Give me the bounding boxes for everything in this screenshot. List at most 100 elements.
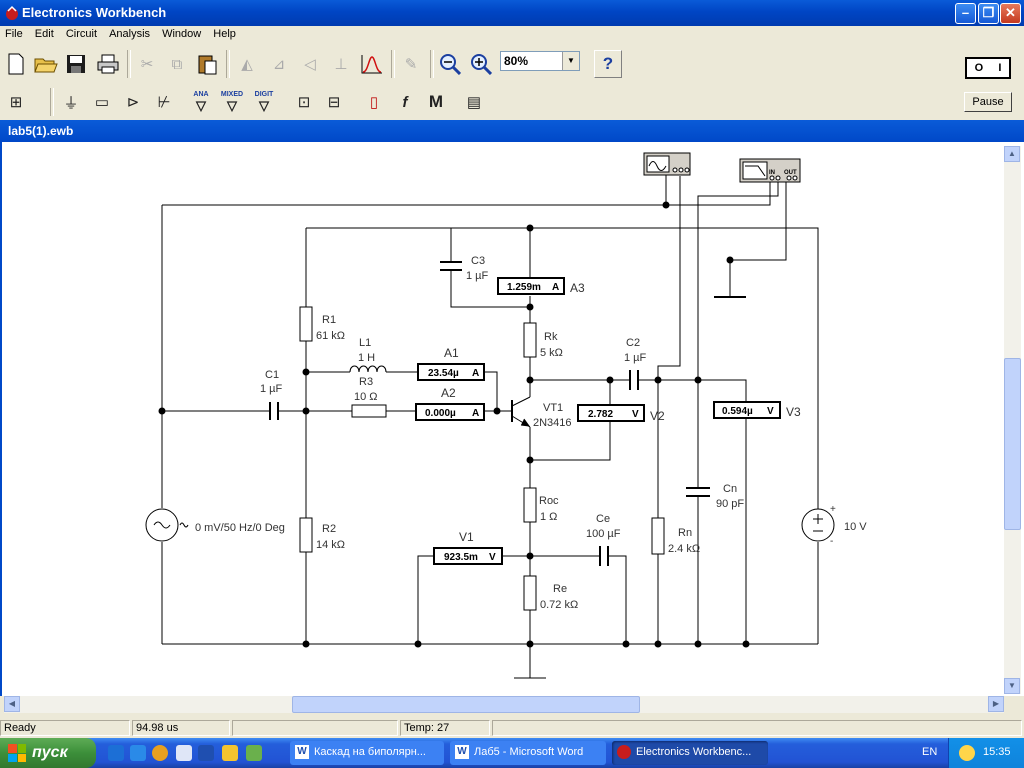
resistor-roc[interactable] [523, 487, 537, 523]
resistor-r3[interactable] [351, 404, 387, 418]
flipflop-icon: ⊟ [327, 94, 341, 111]
taskbar-item[interactable]: W Лаб5 - Microsoft Word [450, 741, 606, 765]
zoom-select[interactable]: 80% ▼ [500, 51, 580, 71]
menu-analysis[interactable]: Analysis [104, 26, 154, 40]
parts-bin-toggle-button[interactable]: ⊞ [2, 88, 30, 116]
activate-simulation-switch[interactable]: OI [965, 57, 1011, 79]
vertical-scroll-thumb[interactable] [1004, 358, 1021, 530]
internet-explorer-icon[interactable] [108, 745, 124, 761]
a2-unit: A [472, 408, 479, 419]
capacitor-c1[interactable] [269, 402, 279, 420]
resistor-r1[interactable] [299, 306, 313, 342]
title-bar[interactable]: Electronics Workbench – ❐ ✕ [0, 0, 1024, 26]
scroll-left-icon[interactable]: ◀ [4, 696, 20, 712]
graph-button[interactable] [358, 50, 386, 78]
resistor-rn[interactable] [651, 517, 665, 555]
media-player-icon[interactable] [152, 745, 168, 761]
language-indicator[interactable]: EN [922, 746, 937, 758]
r3-name: R3 [359, 376, 373, 388]
browser-icon[interactable] [130, 745, 146, 761]
digital-bin-button[interactable]: ⊟ [320, 88, 348, 116]
scroll-down-icon[interactable]: ▼ [1004, 678, 1020, 694]
resistor-r2[interactable] [299, 517, 313, 553]
save-button[interactable] [62, 50, 90, 78]
indicators-bin-button[interactable]: ▯ [360, 88, 388, 116]
print-button[interactable] [94, 50, 122, 78]
digital-ics-bin-button[interactable]: DIGIT ▽ [250, 88, 278, 116]
close-button[interactable]: ✕ [1000, 3, 1021, 24]
inductor-l1[interactable] [349, 365, 387, 373]
taskbar-item-active[interactable]: Electronics Workbenc... [612, 741, 768, 765]
a3-name: A3 [570, 281, 585, 295]
horizontal-scrollbar[interactable]: ◀ ▶ [4, 696, 1004, 713]
v1-unit: V [489, 552, 496, 563]
v1-reading: 923.5m [444, 552, 478, 563]
ac-voltage-source[interactable] [145, 508, 189, 542]
cut-button[interactable]: ✂ [133, 50, 161, 78]
sources-bin-button[interactable]: ⏚ [57, 88, 85, 116]
zoom-in-button[interactable] [467, 50, 495, 78]
r3-value: 10 Ω [354, 391, 378, 403]
mixed-ics-bin-button[interactable]: MIXED ▽ [218, 88, 246, 116]
miscellaneous-bin-button[interactable]: M [422, 88, 450, 116]
capacitor-ce[interactable] [599, 546, 609, 566]
folder-quicklaunch-icon[interactable] [222, 745, 238, 761]
scroll-up-icon[interactable]: ▲ [1004, 146, 1020, 162]
cn-value: 90 pF [716, 498, 744, 510]
circuit-canvas[interactable]: R1 61 kΩ C1 1 µF L1 1 H R3 10 Ω C3 1 µF … [0, 142, 1024, 696]
scroll-right-icon[interactable]: ▶ [988, 696, 1004, 712]
menu-file[interactable]: File [0, 26, 27, 40]
open-button[interactable] [32, 50, 60, 78]
re-name: Re [553, 583, 567, 595]
zoom-out-button[interactable] [436, 50, 464, 78]
basic-bin-button[interactable]: ▭ [88, 88, 116, 116]
resistor-re[interactable] [523, 575, 537, 611]
l1-value: 1 H [358, 352, 375, 364]
oscilloscope-instrument[interactable] [643, 152, 691, 176]
document-title-bar[interactable]: lab5(1).ewb [0, 120, 1024, 142]
cn-name: Cn [723, 483, 737, 495]
controls-bin-button[interactable]: f [391, 88, 419, 116]
capacitor-cn[interactable] [686, 487, 710, 497]
minimize-button[interactable]: – [955, 3, 976, 24]
menu-edit[interactable]: Edit [30, 26, 58, 40]
taskbar-item[interactable]: W Каскад на биполярн... [290, 741, 444, 765]
resistor-rk[interactable] [523, 322, 537, 358]
v2-name: V2 [650, 409, 665, 423]
pause-button[interactable]: Pause [964, 92, 1012, 112]
capacitor-c2[interactable] [629, 370, 639, 390]
capacitor-c3[interactable] [440, 261, 462, 271]
subcircuit-button[interactable]: ⊥ [327, 50, 355, 78]
rotate-button[interactable]: ◭ [233, 50, 261, 78]
horizontal-scroll-thumb[interactable] [292, 696, 640, 713]
copy-button[interactable]: ⧉ [163, 50, 191, 78]
restore-button[interactable]: ❐ [978, 3, 999, 24]
start-button[interactable]: пуск [0, 738, 96, 768]
analog-ics-bin-button[interactable]: ANA ▽ [187, 88, 215, 116]
a2-name: A2 [441, 386, 456, 400]
app-quicklaunch-icon[interactable] [246, 745, 262, 761]
help-button[interactable]: ? [594, 50, 622, 78]
tray-icon[interactable] [959, 745, 975, 761]
menu-window[interactable]: Window [157, 26, 205, 40]
diodes-bin-button[interactable]: ⊳ [119, 88, 147, 116]
transistors-bin-button[interactable]: ⊬ [150, 88, 178, 116]
flip-horizontal-button[interactable]: ⊿ [265, 50, 293, 78]
menu-help[interactable]: Help [208, 26, 240, 40]
flip-vertical-button[interactable]: ◁ [296, 50, 324, 78]
word-quicklaunch-icon[interactable] [198, 745, 214, 761]
instruments-bin-button[interactable]: ▤ [460, 88, 488, 116]
component-properties-button[interactable]: ✎ [397, 50, 425, 78]
c2-name: C2 [626, 337, 640, 349]
clock[interactable]: 15:35 [983, 746, 1011, 758]
paste-button[interactable] [193, 50, 221, 78]
print-icon [97, 54, 119, 74]
transistor-vt1[interactable] [511, 396, 531, 428]
logic-gates-bin-button[interactable]: ⊡ [290, 88, 318, 116]
new-button[interactable] [2, 50, 30, 78]
menu-circuit[interactable]: Circuit [61, 26, 101, 40]
vertical-scrollbar[interactable]: ▲ ▼ [1004, 146, 1021, 694]
chevron-down-icon: ▼ [562, 52, 579, 70]
desktop-icon[interactable] [176, 745, 192, 761]
save-icon [67, 55, 85, 73]
